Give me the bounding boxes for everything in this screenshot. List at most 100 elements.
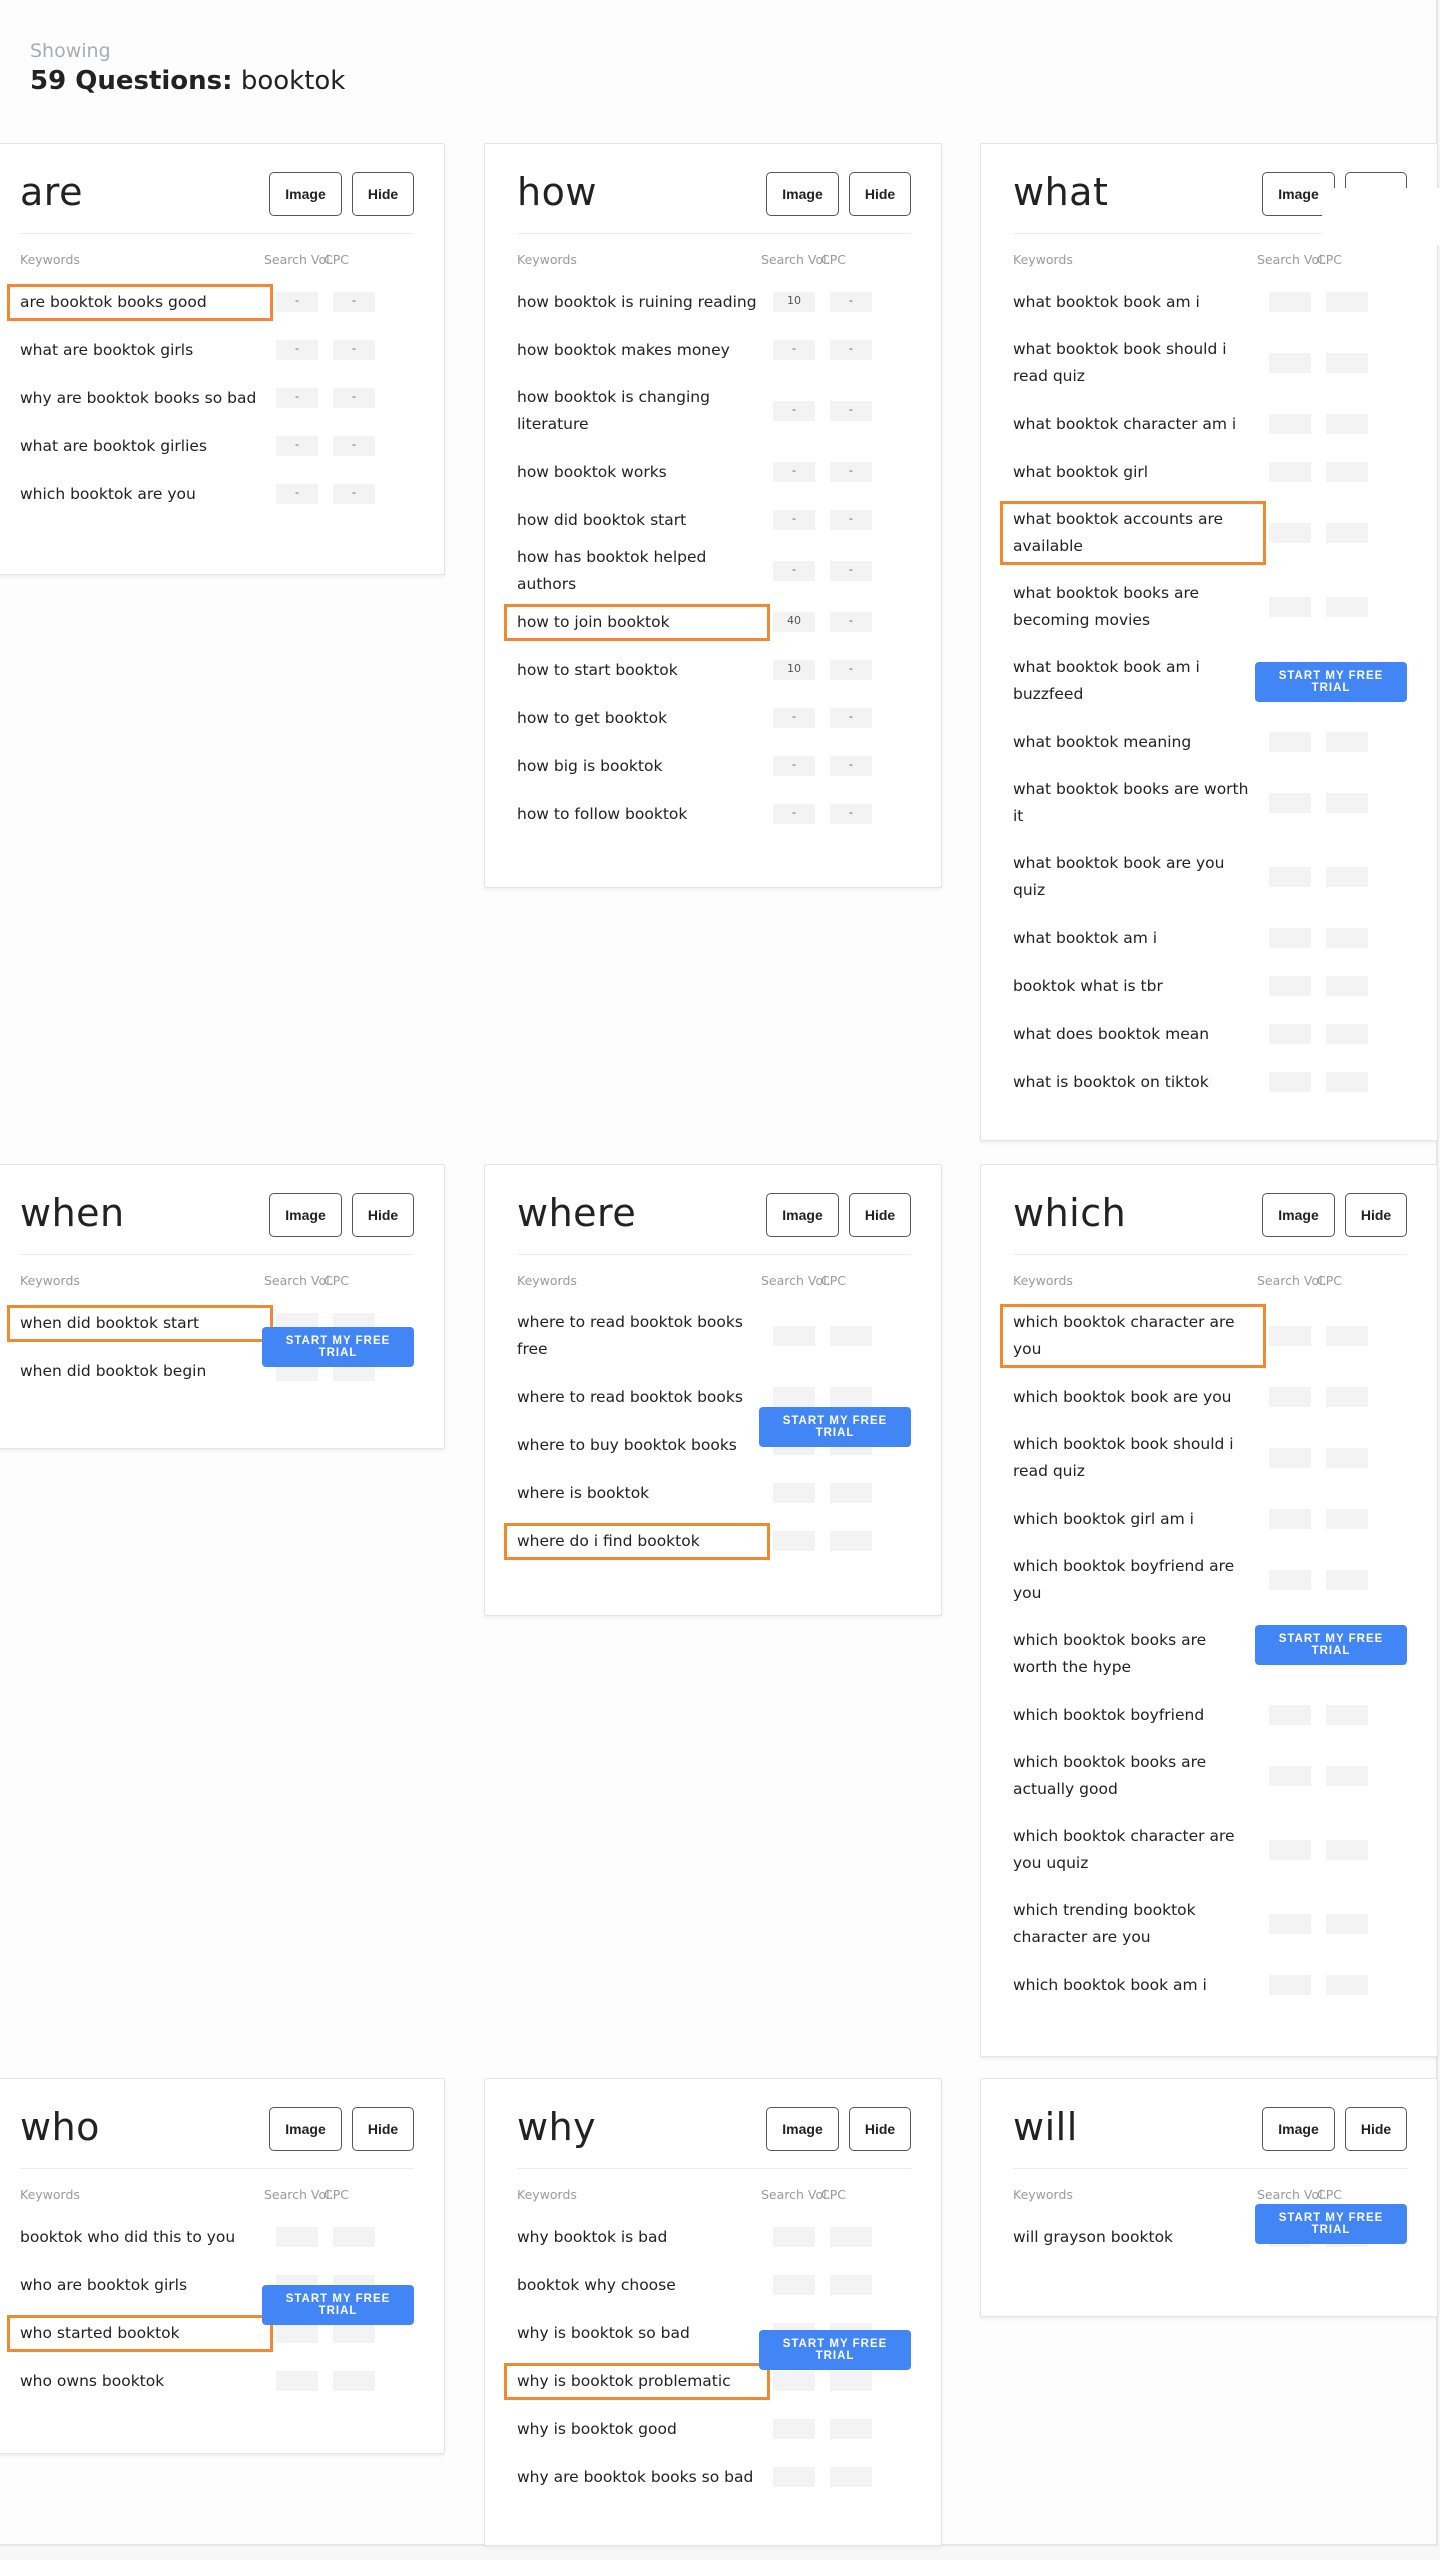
keyword-text[interactable]: booktok what is tbr bbox=[1013, 973, 1253, 1000]
keyword-text[interactable]: which booktok books are actually good bbox=[1013, 1749, 1253, 1803]
keyword-row[interactable]: what does booktok mean bbox=[1013, 1010, 1407, 1058]
keyword-text[interactable]: what booktok girl bbox=[1013, 459, 1253, 486]
hide-button[interactable]: Hide bbox=[1345, 2107, 1407, 2151]
keyword-text[interactable]: where is booktok bbox=[517, 1480, 757, 1507]
keyword-text[interactable]: which booktok boyfriend are you bbox=[1013, 1553, 1253, 1607]
keyword-row[interactable]: which booktok books are actually good bbox=[1013, 1739, 1407, 1813]
keyword-text[interactable]: who started booktok bbox=[7, 2314, 273, 2352]
keyword-row[interactable]: which booktok boyfriend are you bbox=[1013, 1543, 1407, 1617]
keyword-row[interactable]: how to get booktok - - bbox=[517, 694, 911, 742]
start-free-trial-button[interactable]: START MY FREE TRIAL bbox=[1255, 1625, 1407, 1665]
keyword-row[interactable]: which booktok book should i read quiz bbox=[1013, 1421, 1407, 1495]
keyword-text[interactable]: how booktok works bbox=[517, 459, 757, 486]
keyword-text[interactable]: what booktok book are you quiz bbox=[1013, 850, 1253, 904]
image-button[interactable]: Image bbox=[766, 1193, 839, 1237]
hide-button[interactable]: Hide bbox=[849, 2107, 911, 2151]
keyword-row[interactable]: what booktok book are you quiz bbox=[1013, 840, 1407, 914]
keyword-text[interactable]: how did booktok start bbox=[517, 507, 757, 534]
keyword-row[interactable]: what booktok books are worth it bbox=[1013, 766, 1407, 840]
keyword-row[interactable]: how did booktok start - - bbox=[517, 496, 911, 544]
keyword-row[interactable]: why booktok is bad bbox=[517, 2213, 911, 2261]
keyword-text[interactable]: who are booktok girls bbox=[20, 2272, 260, 2299]
keyword-text[interactable]: which booktok book are you bbox=[1013, 1384, 1253, 1411]
hide-button[interactable]: Hide bbox=[1345, 1193, 1407, 1237]
image-button[interactable]: Image bbox=[269, 1193, 342, 1237]
keyword-text[interactable]: what booktok character am i bbox=[1013, 411, 1253, 438]
keyword-text[interactable]: where to buy booktok books bbox=[517, 1432, 757, 1459]
keyword-row[interactable]: why are booktok books so bad - - bbox=[20, 374, 414, 422]
keyword-text[interactable]: which booktok character are you bbox=[1000, 1304, 1266, 1368]
keyword-text[interactable]: which trending booktok character are you bbox=[1013, 1897, 1253, 1951]
keyword-text[interactable]: how booktok makes money bbox=[517, 337, 757, 364]
keyword-text[interactable]: why booktok is bad bbox=[517, 2224, 757, 2251]
keyword-text[interactable]: which booktok book should i read quiz bbox=[1013, 1431, 1253, 1485]
keyword-text[interactable]: how to get booktok bbox=[517, 705, 757, 732]
keyword-text[interactable]: what booktok book should i read quiz bbox=[1013, 336, 1253, 390]
keyword-row[interactable]: which booktok girl am i bbox=[1013, 1495, 1407, 1543]
start-free-trial-button[interactable]: START MY FREE TRIAL bbox=[759, 2330, 911, 2370]
keyword-text[interactable]: what are booktok girls bbox=[20, 337, 260, 364]
keyword-text[interactable]: what is booktok on tiktok bbox=[1013, 1069, 1253, 1096]
keyword-row[interactable]: how booktok is changing literature - - bbox=[517, 374, 911, 448]
keyword-text[interactable]: why are booktok books so bad bbox=[20, 385, 260, 412]
keyword-row[interactable]: which booktok character are you uquiz bbox=[1013, 1813, 1407, 1887]
keyword-text[interactable]: which booktok boyfriend bbox=[1013, 1702, 1253, 1729]
keyword-text[interactable]: what booktok accounts are available bbox=[1000, 501, 1266, 565]
keyword-text[interactable]: which booktok are you bbox=[20, 481, 260, 508]
keyword-row[interactable]: booktok who did this to you bbox=[20, 2213, 414, 2261]
keyword-text[interactable]: why is booktok problematic bbox=[504, 2362, 770, 2400]
keyword-text[interactable]: why is booktok so bad bbox=[517, 2320, 757, 2347]
keyword-text[interactable]: why are booktok books so bad bbox=[517, 2464, 757, 2491]
keyword-text[interactable]: when did booktok begin bbox=[20, 1358, 260, 1385]
hide-button[interactable]: Hide bbox=[849, 1193, 911, 1237]
keyword-row[interactable]: why are booktok books so bad bbox=[517, 2453, 911, 2501]
keyword-row[interactable]: why is booktok good bbox=[517, 2405, 911, 2453]
image-button[interactable]: Image bbox=[269, 2107, 342, 2151]
keyword-text[interactable]: which booktok books are worth the hype bbox=[1013, 1627, 1253, 1681]
keyword-row[interactable]: where to read booktok books free bbox=[517, 1299, 911, 1373]
keyword-text[interactable]: what booktok books are worth it bbox=[1013, 776, 1253, 830]
keyword-row[interactable]: where is booktok bbox=[517, 1469, 911, 1517]
start-free-trial-button[interactable]: START MY FREE TRIAL bbox=[1255, 662, 1407, 702]
keyword-text[interactable]: why is booktok good bbox=[517, 2416, 757, 2443]
keyword-text[interactable]: what booktok books are becoming movies bbox=[1013, 580, 1253, 634]
keyword-row[interactable]: how to join booktok 40- bbox=[504, 598, 911, 646]
keyword-row[interactable]: where do i find booktok bbox=[504, 1517, 911, 1565]
keyword-row[interactable]: what are booktok girls - - bbox=[20, 326, 414, 374]
image-button[interactable]: Image bbox=[1262, 1193, 1335, 1237]
keyword-row[interactable]: what booktok girl bbox=[1013, 448, 1407, 496]
keyword-row[interactable]: how big is booktok - - bbox=[517, 742, 911, 790]
keyword-text[interactable]: where to read booktok books bbox=[517, 1384, 757, 1411]
keyword-row[interactable]: what booktok accounts are available bbox=[1000, 496, 1407, 570]
keyword-row[interactable]: what booktok book am i bbox=[1013, 278, 1407, 326]
keyword-text[interactable]: which booktok book am i bbox=[1013, 1972, 1253, 1999]
start-free-trial-button[interactable]: START MY FREE TRIAL bbox=[262, 1327, 414, 1367]
keyword-row[interactable]: how to start booktok 10- bbox=[517, 646, 911, 694]
keyword-text[interactable]: how to join booktok bbox=[504, 603, 770, 641]
keyword-row[interactable]: how booktok works - - bbox=[517, 448, 911, 496]
hide-button[interactable]: Hide bbox=[849, 172, 911, 216]
keyword-row[interactable]: what booktok book should i read quiz bbox=[1013, 326, 1407, 400]
keyword-text[interactable]: where do i find booktok bbox=[504, 1522, 770, 1560]
keyword-row[interactable]: booktok why choose bbox=[517, 2261, 911, 2309]
keyword-row[interactable]: what booktok character am i bbox=[1013, 400, 1407, 448]
keyword-row[interactable]: what are booktok girlies - - bbox=[20, 422, 414, 470]
image-button[interactable]: Image bbox=[269, 172, 342, 216]
keyword-text[interactable]: what does booktok mean bbox=[1013, 1021, 1253, 1048]
keyword-text[interactable]: which booktok girl am i bbox=[1013, 1506, 1253, 1533]
keyword-row[interactable]: who owns booktok bbox=[20, 2357, 414, 2405]
keyword-text[interactable]: will grayson booktok bbox=[1013, 2224, 1253, 2251]
keyword-text[interactable]: what booktok am i bbox=[1013, 925, 1253, 952]
image-button[interactable]: Image bbox=[766, 2107, 839, 2151]
keyword-row[interactable]: how has booktok helped authors - - bbox=[517, 544, 911, 598]
keyword-text[interactable]: where to read booktok books free bbox=[517, 1309, 757, 1363]
image-button[interactable]: Image bbox=[766, 172, 839, 216]
keyword-row[interactable]: are booktok books good - - bbox=[7, 278, 414, 326]
start-free-trial-button[interactable]: START MY FREE TRIAL bbox=[262, 2285, 414, 2325]
keyword-text[interactable]: what booktok book am i bbox=[1013, 289, 1253, 316]
hide-button[interactable]: Hide bbox=[352, 2107, 414, 2151]
keyword-row[interactable]: which booktok book am i bbox=[1013, 1961, 1407, 2009]
image-button[interactable]: Image bbox=[1262, 2107, 1335, 2151]
keyword-text[interactable]: how to follow booktok bbox=[517, 801, 757, 828]
keyword-text[interactable]: are booktok books good bbox=[7, 283, 273, 321]
